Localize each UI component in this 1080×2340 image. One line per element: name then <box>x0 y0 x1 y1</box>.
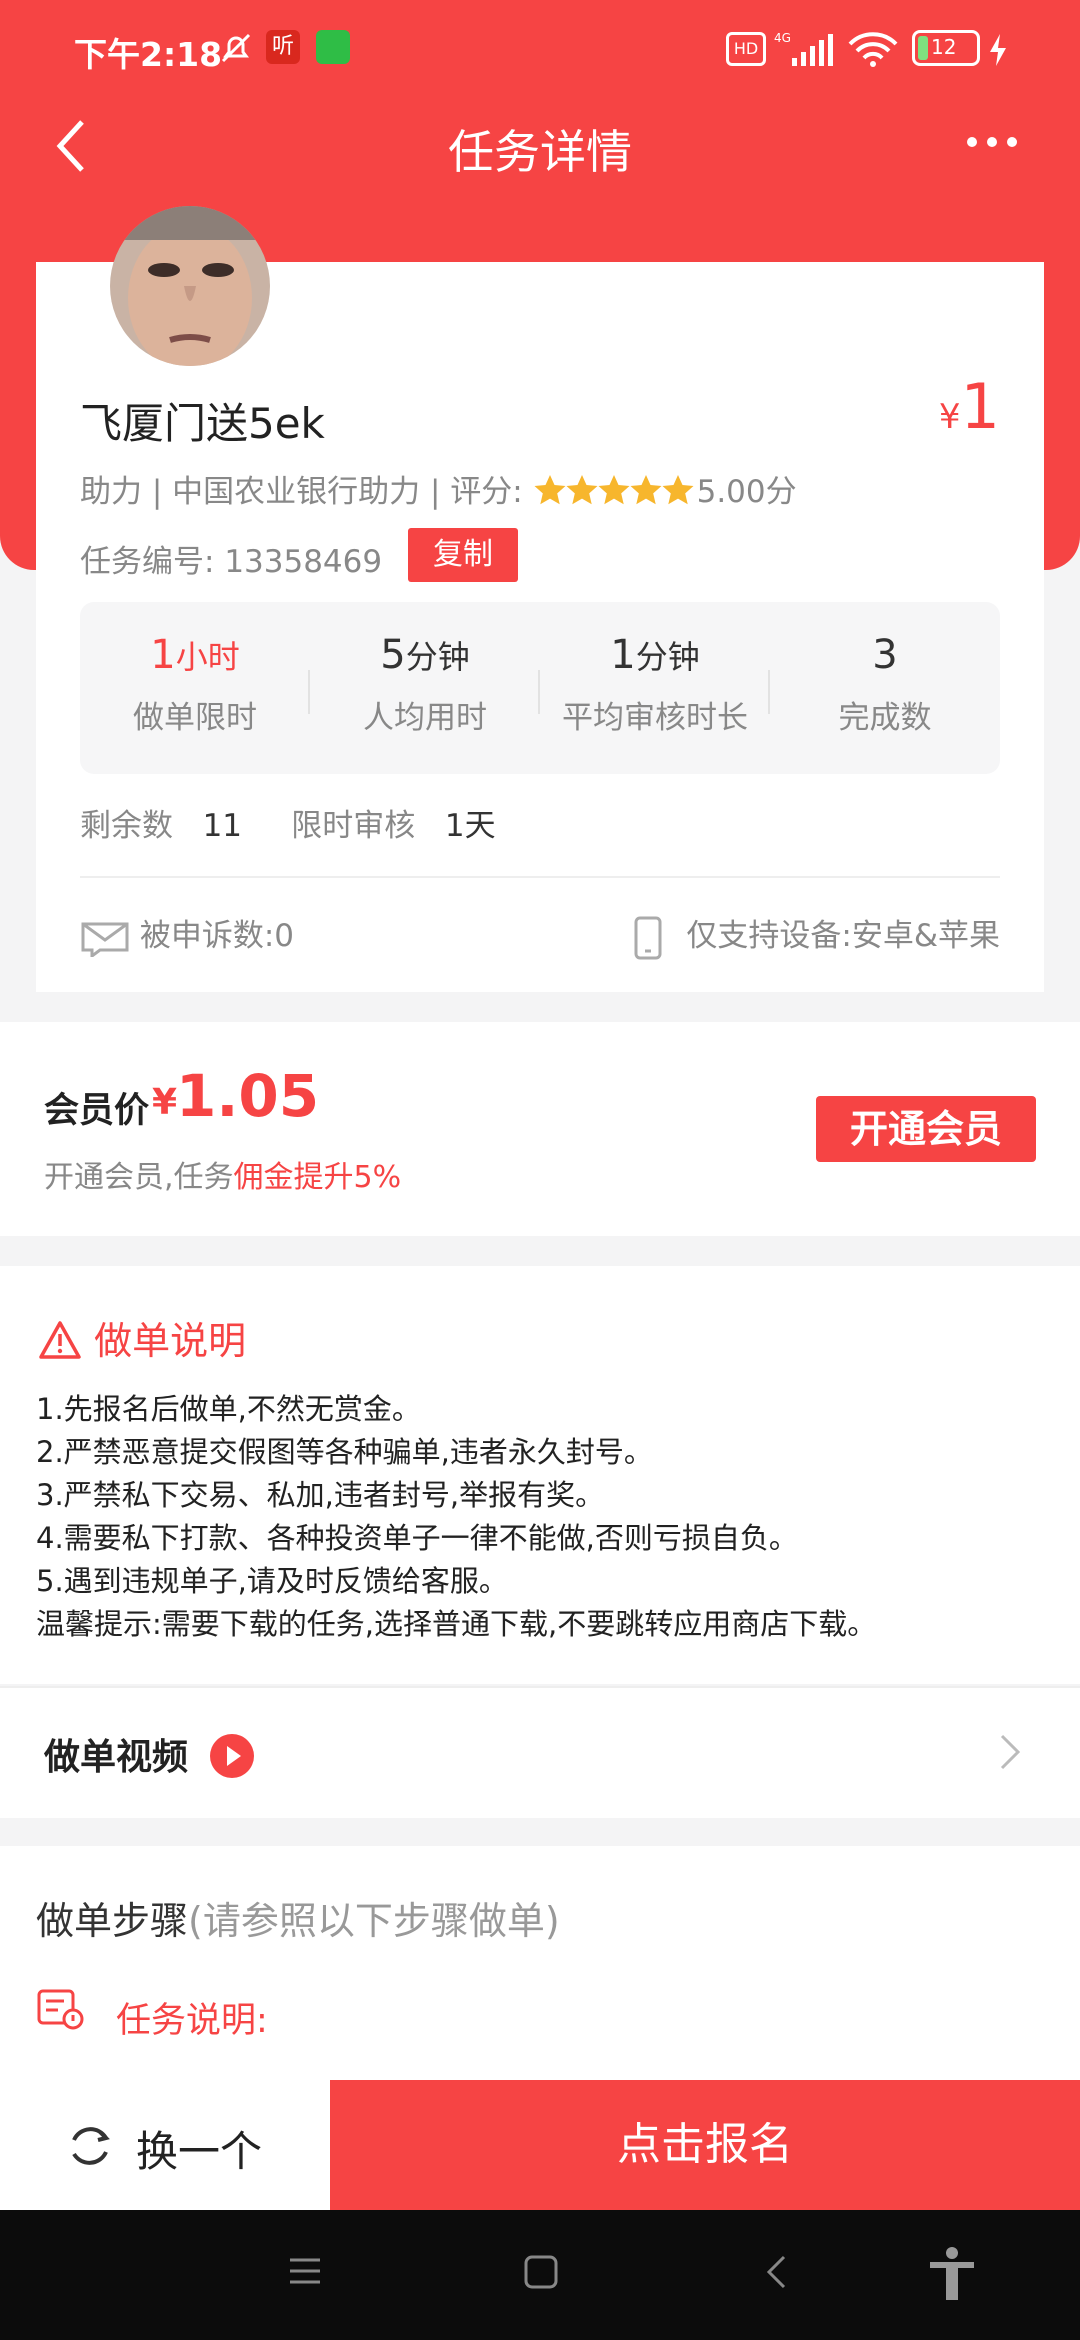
phone-icon <box>634 916 662 959</box>
svg-text:4G: 4G <box>774 31 791 45</box>
page-title: 任务详情 <box>448 125 632 179</box>
task-meta: 助力 | 中国农业银行助力 | 评分: 5.00分 <box>80 466 797 515</box>
video-row[interactable]: 做单视频 <box>0 1686 1080 1818</box>
stat-time-limit: 1小时 做单限时 <box>133 632 257 736</box>
accessibility-icon[interactable] <box>926 2246 978 2302</box>
swap-button[interactable]: 换一个 <box>0 2080 330 2210</box>
battery-icon: 12 <box>912 30 980 66</box>
rating-score: 5.00分 <box>696 474 797 510</box>
instruction-line: 3.严禁私下交易、私加,违者封号,举报有奖。 <box>36 1478 605 1512</box>
rating-stars <box>533 473 697 515</box>
divider <box>80 876 1000 878</box>
status-time: 下午2:18 <box>74 35 223 74</box>
member-section: 会员价 ¥ 1.05 开通会员,任务佣金提升5% 开通会员 <box>0 1022 1080 1236</box>
task-id: 任务编号: 13358469 <box>80 544 383 580</box>
remain-info: 剩余数 11 限时审核 1天 <box>80 808 496 844</box>
hd-icon: HD <box>726 32 766 66</box>
wifi-icon <box>848 32 898 67</box>
instructions-section: 做单说明 1.先报名后做单,不然无赏金。 2.严禁恶意提交假图等各种骗单,违者永… <box>0 1266 1080 1684</box>
charging-icon <box>990 34 1006 66</box>
complaint-count: 被申诉数:0 <box>80 910 294 959</box>
member-desc: 开通会员,任务佣金提升5% <box>44 1160 402 1195</box>
steps-subtitle: 任务说明: <box>116 2001 268 2041</box>
swap-label: 换一个 <box>136 2127 263 2176</box>
steps-title: 做单步骤(请参照以下步骤做单) <box>36 1899 560 1943</box>
status-bar: 下午2:18 听 HD 4G 12 <box>0 0 1080 96</box>
more-options-icon[interactable] <box>964 132 1020 152</box>
instruction-line: 1.先报名后做单,不然无赏金。 <box>36 1392 421 1426</box>
mute-bell-icon <box>221 33 251 63</box>
envelope-icon <box>81 922 129 959</box>
listen-app-icon: 听 <box>266 30 300 64</box>
avatar[interactable] <box>110 206 270 366</box>
task-name: 飞厦门送5ek <box>80 399 325 448</box>
video-title: 做单视频 <box>44 1728 255 1780</box>
instruction-line: 2.严禁恶意提交假图等各种骗单,违者永久封号。 <box>36 1435 653 1469</box>
stat-completed: 3 完成数 <box>838 632 932 736</box>
play-icon <box>209 1734 254 1778</box>
task-note-icon <box>37 1989 84 2030</box>
supported-devices: 仅支持设备:安卓&苹果 <box>633 910 1000 960</box>
steps-section: 做单步骤(请参照以下步骤做单) 任务说明: <box>0 1846 1080 2086</box>
instruction-line: 4.需要私下打款、各种投资单子一律不能做,否则亏损自负。 <box>36 1521 798 1555</box>
back-icon[interactable] <box>764 2254 788 2290</box>
instructions-title: 做单说明 <box>38 1310 246 1365</box>
stat-review-time: 1分钟 平均审核时长 <box>562 632 748 736</box>
open-membership-button[interactable]: 开通会员 <box>816 1096 1036 1162</box>
stats-panel: 1小时 做单限时 5分钟 人均用时 1分钟 平均审核时长 3 完成数 <box>80 602 1000 774</box>
warning-icon <box>39 1321 81 1359</box>
cat-app-icon <box>316 30 350 64</box>
task-price: ¥1 <box>938 370 1000 443</box>
system-nav-bar <box>0 2210 1080 2340</box>
stat-avg-time: 5分钟 人均用时 <box>363 632 487 736</box>
star-rating-icon <box>534 474 694 504</box>
signal-icon: 4G <box>774 31 833 66</box>
member-price: 1.05 <box>176 1062 320 1130</box>
instructions-list: 1.先报名后做单,不然无赏金。 2.严禁恶意提交假图等各种骗单,违者永久封号。 … <box>36 1388 1056 1646</box>
chevron-right-icon <box>1000 1734 1021 1770</box>
signup-button[interactable]: 点击报名 <box>330 2080 1080 2210</box>
instruction-line: 温馨提示:需要下载的任务,选择普通下载,不要跳转应用商店下载。 <box>36 1607 877 1641</box>
home-icon[interactable] <box>523 2254 559 2290</box>
refresh-icon <box>72 2127 110 2165</box>
title-bar: 任务详情 <box>0 96 1080 196</box>
instruction-line: 5.遇到违规单子,请及时反馈给客服。 <box>36 1564 508 1598</box>
menu-icon[interactable] <box>288 2254 322 2288</box>
member-price-label: 会员价 <box>44 1091 150 1131</box>
copy-button[interactable]: 复制 <box>408 528 518 582</box>
